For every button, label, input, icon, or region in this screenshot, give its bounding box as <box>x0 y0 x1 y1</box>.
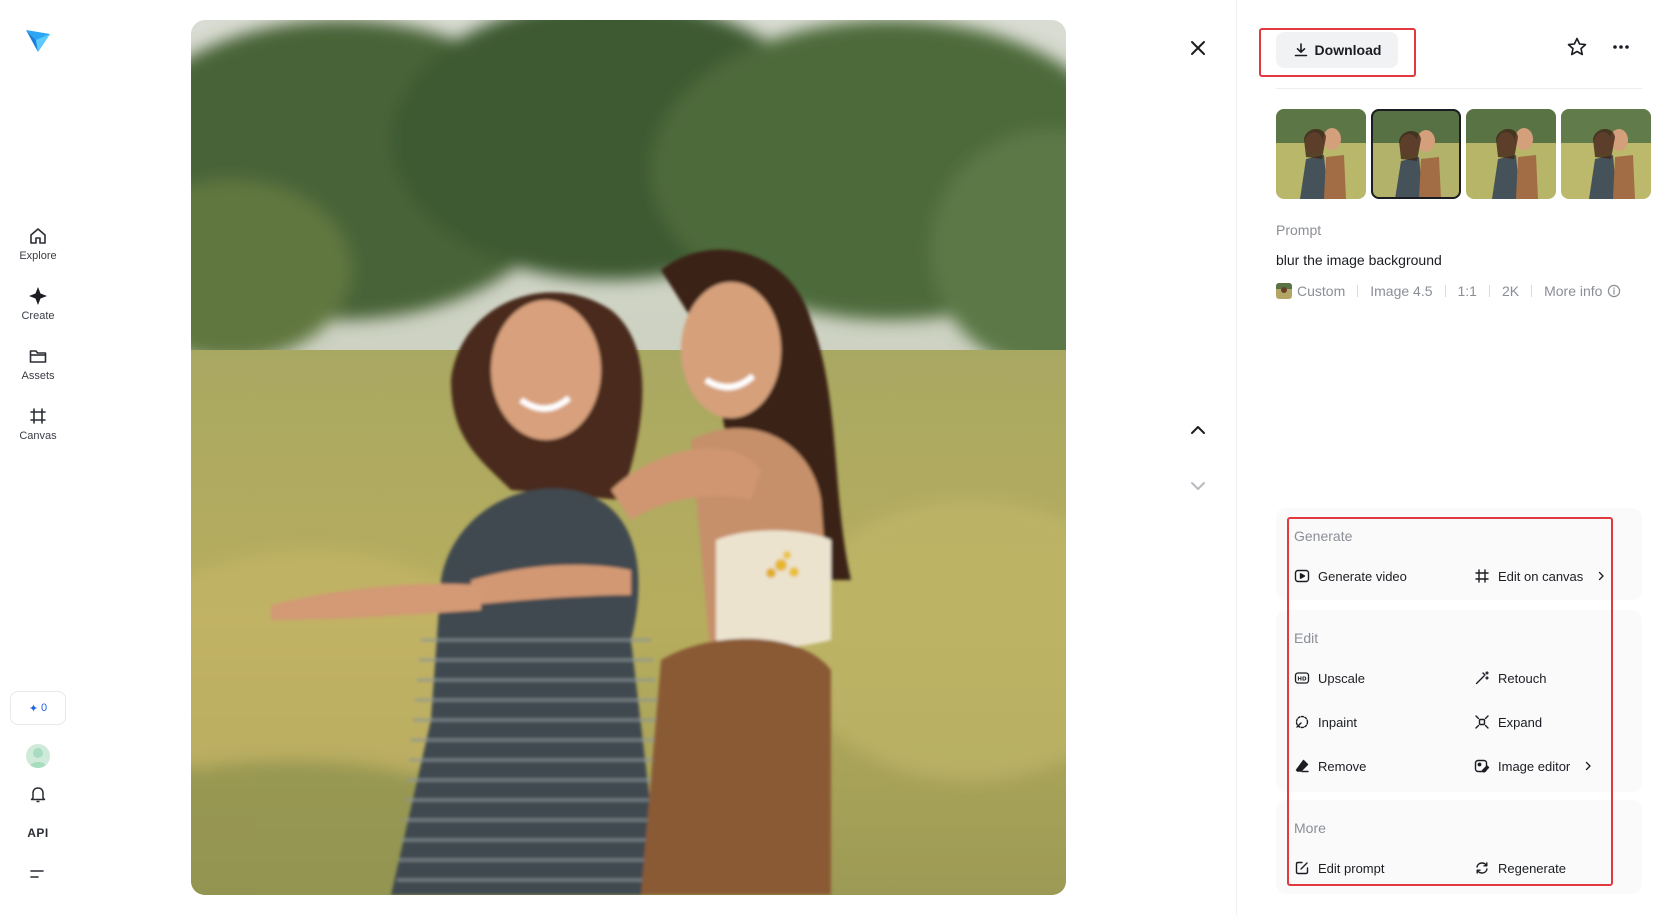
meta-separator <box>1531 285 1533 297</box>
prompt-text[interactable]: blur the image background <box>1276 252 1442 268</box>
thumbnail-image <box>1466 109 1556 199</box>
meta-style: Custom <box>1297 283 1346 299</box>
prompt-label: Prompt <box>1276 222 1322 238</box>
meta-separator <box>1488 285 1490 297</box>
chevron-down-icon[interactable] <box>1186 474 1210 498</box>
thumbnail-1[interactable] <box>1276 109 1366 199</box>
generate-section: Generate Generate video Edit on canvas <box>1276 508 1642 600</box>
more-info-label: More info <box>1544 283 1603 299</box>
star-icon[interactable] <box>1566 36 1588 58</box>
variant-thumbnails <box>1276 109 1651 199</box>
avatar[interactable] <box>26 744 50 768</box>
play-square-icon <box>1294 569 1310 583</box>
sidebar-item-label: Canvas <box>19 430 57 442</box>
chevron-right-icon <box>1599 571 1604 581</box>
credits-count: 0 <box>41 702 48 714</box>
sidebar-nav: Explore Create Assets Canvas <box>0 222 76 462</box>
inpaint-button[interactable]: Inpaint <box>1294 714 1357 730</box>
thumbnail-image <box>1561 109 1651 199</box>
section-label-edit: Edit <box>1294 630 1319 646</box>
regenerate-button[interactable]: Regenerate <box>1474 860 1566 876</box>
download-highlight-box <box>1259 28 1416 77</box>
credits-badge[interactable]: ✦ 0 <box>10 691 66 725</box>
upscale-button[interactable]: HD Upscale <box>1294 670 1365 686</box>
action-label: Upscale <box>1318 670 1365 686</box>
action-label: Expand <box>1498 714 1543 730</box>
action-label: Generate video <box>1318 568 1407 584</box>
canvas-icon <box>30 408 46 424</box>
edit-on-canvas-button[interactable]: Edit on canvas <box>1474 568 1607 584</box>
more-options-icon[interactable] <box>1610 36 1632 58</box>
style-thumbnail-icon <box>1276 283 1292 299</box>
more-info-link[interactable]: More info <box>1544 283 1621 299</box>
thumbnail-2-selected[interactable] <box>1371 109 1461 199</box>
sidebar-item-label: Explore <box>19 250 57 262</box>
thumbnail-4[interactable] <box>1561 109 1651 199</box>
retouch-button[interactable]: Retouch <box>1474 670 1546 686</box>
image-edit-icon <box>1474 759 1490 773</box>
edit-prompt-button[interactable]: Edit prompt <box>1294 860 1384 876</box>
edit-square-icon <box>1295 861 1309 875</box>
thumbnail-image <box>1276 109 1366 199</box>
canvas-icon <box>1475 569 1489 583</box>
magic-wand-icon <box>1475 671 1489 685</box>
section-label-generate: Generate <box>1294 528 1353 544</box>
generation-meta: Custom Image 4.5 1:1 2K More info <box>1276 283 1621 299</box>
user-icon <box>29 748 47 768</box>
action-label: Image editor <box>1498 758 1571 774</box>
sidebar-item-label: Assets <box>21 370 55 382</box>
meta-ratio: 1:1 <box>1457 283 1477 299</box>
image-editor-button[interactable]: Image editor <box>1474 758 1594 774</box>
sidebar-item-assets[interactable]: Assets <box>0 342 76 402</box>
api-link[interactable]: API <box>0 826 76 840</box>
sidebar-item-create[interactable]: Create <box>0 282 76 342</box>
action-label: Retouch <box>1498 670 1547 686</box>
sparkle-icon <box>29 287 47 305</box>
edit-section: Edit HD Upscale Retouch Inpaint Expand R… <box>1276 610 1642 792</box>
expand-icon <box>1475 715 1489 729</box>
remove-button[interactable]: Remove <box>1294 758 1366 774</box>
action-label: Inpaint <box>1318 714 1358 730</box>
thumbnail-3[interactable] <box>1466 109 1556 199</box>
action-label: Edit on canvas <box>1498 568 1584 584</box>
left-sidebar: Explore Create Assets Canvas ✦ 0 API <box>0 0 76 915</box>
chevron-right-icon <box>1586 761 1591 771</box>
home-icon <box>30 228 46 244</box>
bell-icon[interactable] <box>28 784 48 804</box>
thumbnail-image <box>1371 109 1461 199</box>
collapse-menu-icon[interactable] <box>28 866 48 882</box>
folder-icon <box>29 350 47 363</box>
sidebar-item-label: Create <box>21 310 55 322</box>
refresh-icon <box>1476 862 1488 874</box>
hd-icon: HD <box>1294 672 1310 684</box>
action-label: Remove <box>1318 758 1367 774</box>
meta-model: Image 4.5 <box>1370 283 1433 299</box>
generate-video-button[interactable]: Generate video <box>1294 568 1407 584</box>
action-label: Edit prompt <box>1318 860 1385 876</box>
sidebar-item-explore[interactable]: Explore <box>0 222 76 282</box>
more-section: More Edit prompt Regenerate <box>1276 800 1642 894</box>
main-image <box>191 20 1066 895</box>
section-label-more: More <box>1294 820 1326 836</box>
header-divider <box>1276 88 1642 89</box>
expand-button[interactable]: Expand <box>1474 714 1542 730</box>
meta-resolution: 2K <box>1501 283 1520 299</box>
action-label: Regenerate <box>1498 860 1566 876</box>
photo-two-women-hugging <box>191 20 1066 895</box>
close-icon[interactable] <box>1186 36 1210 60</box>
chevron-up-icon[interactable] <box>1186 418 1210 442</box>
eraser-icon <box>1295 759 1309 773</box>
info-icon <box>1608 284 1621 298</box>
sparkle-icon: ✦ <box>28 702 39 715</box>
meta-separator <box>1357 285 1359 297</box>
sidebar-item-canvas[interactable]: Canvas <box>0 402 76 462</box>
app-logo-icon[interactable] <box>24 26 52 54</box>
svg-text:HD: HD <box>1297 676 1307 682</box>
meta-separator <box>1444 285 1446 297</box>
brush-icon <box>1295 715 1309 729</box>
